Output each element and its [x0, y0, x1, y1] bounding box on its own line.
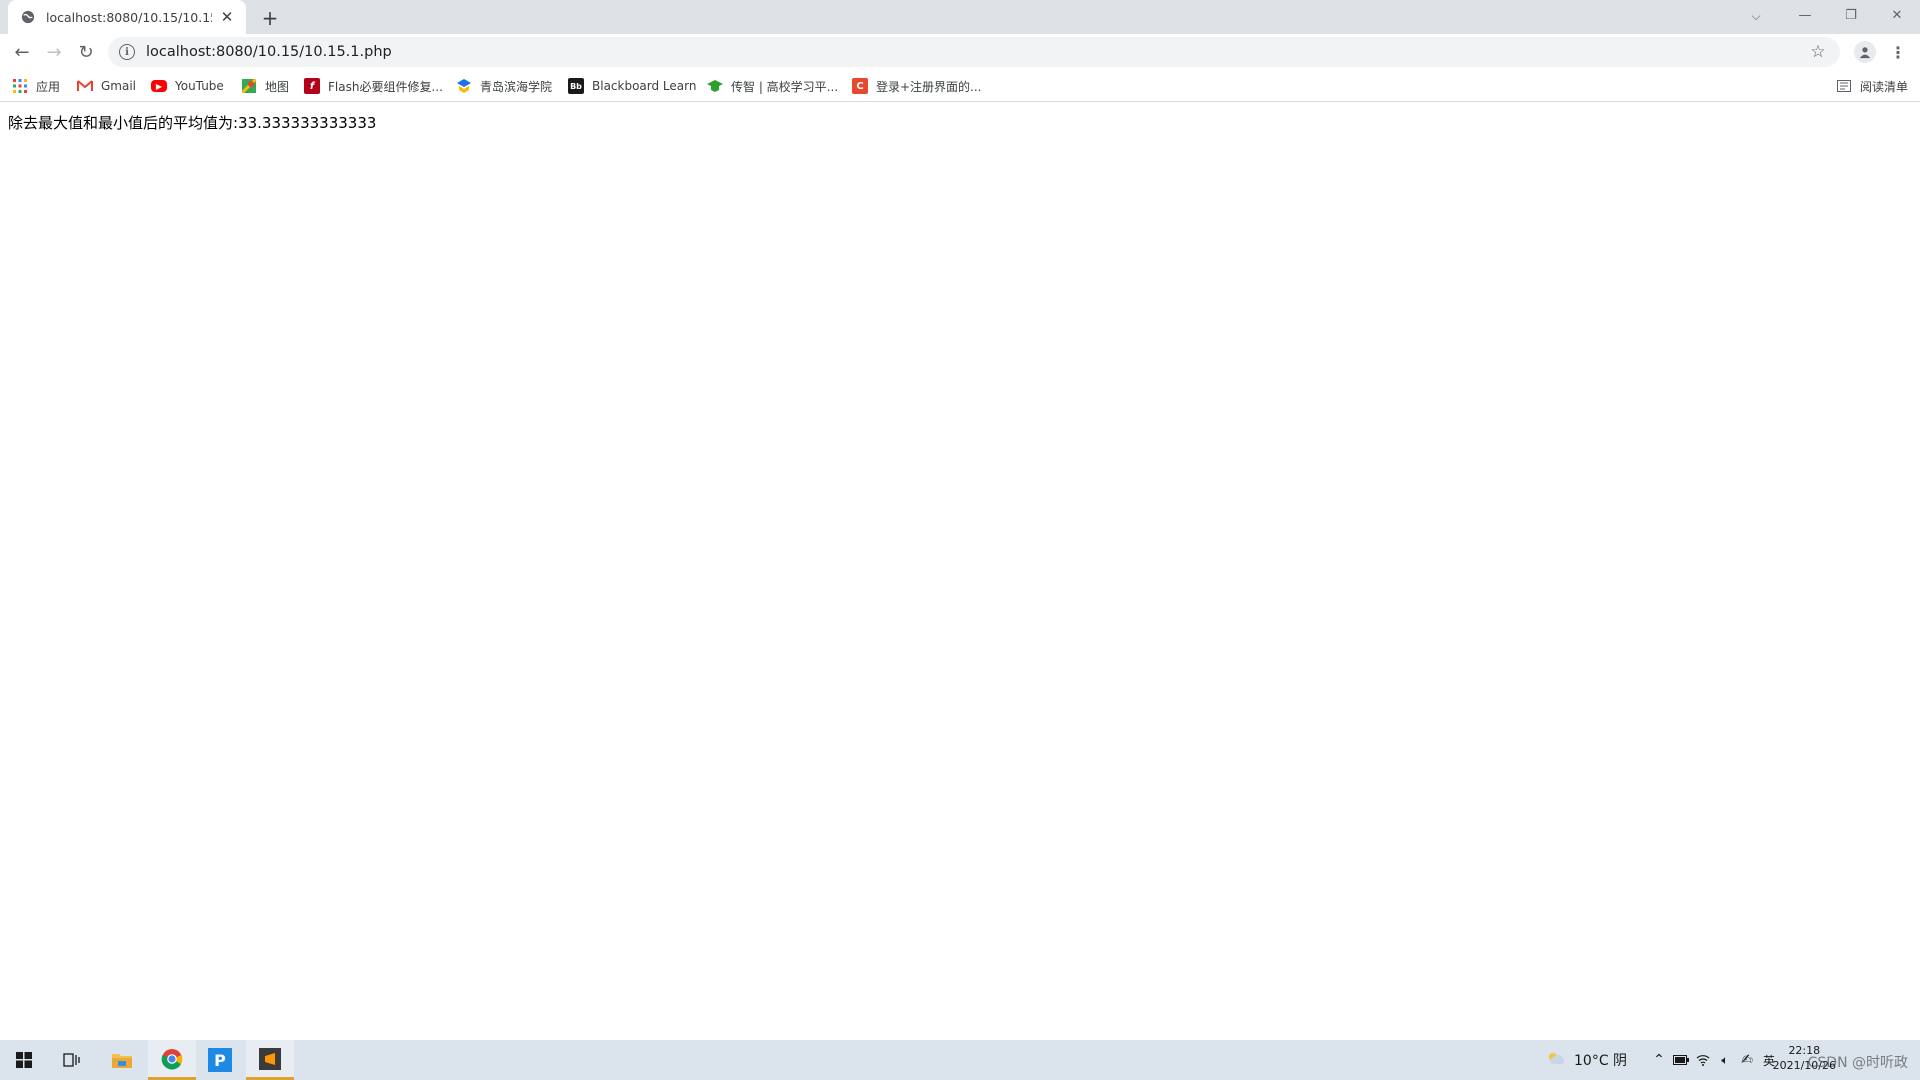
reading-list-icon: [1836, 78, 1852, 94]
taskbar: P 10°C 阴 ⌃ 🔈︎ ✍︎ 英 22:18 2021/10/26 CSDN…: [0, 1040, 1920, 1080]
minimize-button[interactable]: —: [1782, 0, 1828, 30]
browser-titlebar: localhost:8080/10.15/10.15.1.php ✕ + ⌵ —…: [0, 0, 1920, 34]
forward-button[interactable]: →: [40, 38, 68, 66]
close-window-button[interactable]: ✕: [1874, 0, 1920, 30]
star-icon[interactable]: ☆: [1804, 38, 1832, 66]
bookmark-label: 地图: [265, 79, 290, 94]
reload-button[interactable]: ↻: [72, 38, 100, 66]
window-controls: — ❐ ✕: [1782, 0, 1920, 34]
p-app-icon: P: [208, 1048, 232, 1072]
blackboard-icon: Bb: [568, 78, 584, 94]
reading-list-label: 阅读清单: [1859, 79, 1908, 94]
csdn-watermark: CSDN @时听政: [1807, 1055, 1908, 1071]
bookmark-csdn[interactable]: C 登录+注册界面的...: [852, 76, 982, 96]
task-view-icon: [63, 1053, 80, 1067]
chevron-up-icon[interactable]: ⌃: [1648, 1052, 1670, 1068]
sublime-taskbar-button[interactable]: [246, 1040, 294, 1080]
chrome-icon: [161, 1048, 183, 1070]
bookmark-maps[interactable]: 地图: [241, 76, 289, 96]
youtube-icon: ▶: [151, 80, 167, 92]
task-view-button[interactable]: [48, 1040, 96, 1080]
weather-widget[interactable]: 10°C 阴: [1546, 1040, 1627, 1080]
maps-icon: [241, 78, 257, 94]
globe-icon: [20, 9, 36, 25]
weather-text: 10°C 阴: [1574, 1053, 1628, 1069]
address-bar[interactable]: i localhost:8080/10.15/10.15.1.php ☆: [108, 37, 1840, 67]
start-button[interactable]: [0, 1040, 48, 1080]
menu-icon[interactable]: ⋮: [1886, 40, 1910, 64]
bookmarks-bar: 应用 Gmail ▶ YouTube 地图 f Flash必要组件修复... 青…: [0, 70, 1920, 102]
folder-icon: [112, 1054, 132, 1068]
bookmark-label: YouTube: [175, 79, 224, 93]
bookmark-apps[interactable]: 应用: [12, 76, 60, 96]
bookmark-qdbhu[interactable]: 青岛滨海学院: [456, 76, 552, 96]
chrome-taskbar-button[interactable]: [148, 1040, 196, 1080]
school-icon: [456, 78, 472, 94]
bookmark-label: Blackboard Learn: [592, 79, 697, 93]
restore-button[interactable]: ❐: [1828, 0, 1874, 30]
tab-search-icon[interactable]: ⌵: [1742, 3, 1770, 29]
cloudy-weather-icon: [1546, 1051, 1566, 1069]
phpstorm-taskbar-button[interactable]: P: [196, 1040, 244, 1080]
bookmark-label: Gmail: [101, 79, 137, 93]
gmail-icon: [77, 78, 93, 94]
back-button[interactable]: ←: [8, 38, 36, 66]
page-content: 除去最大值和最小值后的平均值为:33.333333333333: [0, 102, 1920, 1040]
new-tab-button[interactable]: +: [258, 6, 282, 30]
bookmark-label: Flash必要组件修复...: [328, 79, 443, 94]
bookmark-blackboard[interactable]: Bb Blackboard Learn: [568, 76, 696, 96]
sublime-text-icon: [259, 1047, 281, 1070]
chuanzhi-icon: [707, 78, 723, 94]
bookmark-flash[interactable]: f Flash必要组件修复...: [304, 76, 443, 96]
apps-grid-icon: [12, 78, 28, 94]
wifi-icon[interactable]: [1692, 1054, 1714, 1066]
volume-icon[interactable]: 🔈︎: [1714, 1053, 1736, 1068]
bookmark-label: 传智 | 高校学习平...: [731, 79, 839, 94]
bookmark-gmail[interactable]: Gmail: [77, 76, 136, 96]
url-text[interactable]: localhost:8080/10.15/10.15.1.php: [146, 44, 1804, 60]
active-tab[interactable]: localhost:8080/10.15/10.15.1.php ✕: [8, 0, 246, 34]
windows-icon: [16, 1052, 32, 1068]
browser-toolbar: ← → ↻ i localhost:8080/10.15/10.15.1.php…: [0, 34, 1920, 70]
file-explorer-button[interactable]: [98, 1040, 146, 1080]
reading-list[interactable]: 阅读清单: [1836, 76, 1908, 96]
system-tray: ⌃ 🔈︎ ✍︎ 英: [1648, 1040, 1780, 1080]
profile-avatar-icon[interactable]: [1854, 41, 1876, 63]
csdn-icon: C: [852, 78, 868, 94]
pen-icon[interactable]: ✍︎: [1736, 1052, 1758, 1068]
bookmark-youtube[interactable]: ▶ YouTube: [151, 76, 224, 96]
bookmark-label: 青岛滨海学院: [480, 79, 553, 94]
info-icon[interactable]: i: [119, 44, 135, 60]
tab-title: localhost:8080/10.15/10.15.1.php: [46, 9, 212, 25]
flash-icon: f: [304, 78, 320, 94]
average-result-text: 除去最大值和最小值后的平均值为:33.333333333333: [8, 114, 377, 132]
battery-icon[interactable]: [1670, 1055, 1692, 1065]
bookmark-label: 应用: [36, 79, 61, 94]
close-tab-icon[interactable]: ✕: [218, 8, 236, 26]
bookmark-label: 登录+注册界面的...: [876, 79, 982, 94]
bookmark-chuanzhi[interactable]: 传智 | 高校学习平...: [707, 76, 838, 96]
